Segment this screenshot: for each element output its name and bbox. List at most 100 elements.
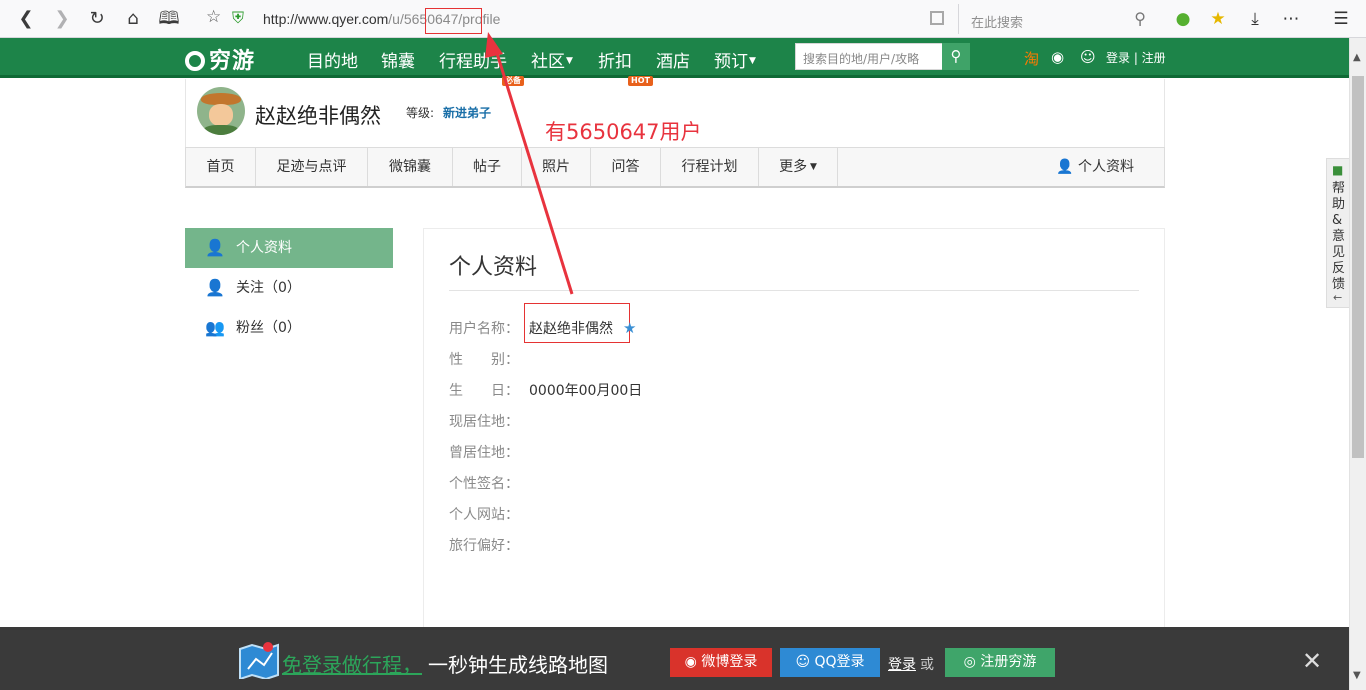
tab-label: 更多 xyxy=(779,159,808,175)
leftmenu-label: 关注（0） xyxy=(236,280,301,296)
tab-micro-guides[interactable]: 微锦囊 xyxy=(368,148,453,186)
tab-photos[interactable]: 照片 xyxy=(522,148,591,186)
nav-community[interactable]: 社区▼ xyxy=(531,47,573,72)
tab-footprints[interactable]: 足迹与点评 xyxy=(256,148,368,186)
user-icon: 👤 xyxy=(1056,159,1074,175)
bottom-promo-bar: 免登录做行程， 一秒钟生成线路地图 ◉ 微博登录 ☺ QQ登录 登录 或 ◎ 注… xyxy=(0,627,1349,690)
nav-hotels[interactable]: 酒店 xyxy=(656,47,690,72)
tab-trip-plans[interactable]: 行程计划 xyxy=(661,148,759,186)
tab-label: 微锦囊 xyxy=(389,159,431,175)
browser-search-box[interactable]: 在此搜索 ⚲ xyxy=(958,4,1158,34)
tab-label: 问答 xyxy=(611,159,640,175)
field-gender: 性 别： xyxy=(449,349,529,369)
wechat-icon[interactable]: ● xyxy=(1171,7,1195,31)
leftmenu-label: 个人资料 xyxy=(236,240,292,256)
login-register-link[interactable]: 登录 | 注册 xyxy=(1106,49,1166,66)
field-birthday: 生 日： 0000年00月00日 xyxy=(449,380,642,400)
help-feedback-tab[interactable]: ■ 帮助&意见反馈 ← xyxy=(1326,158,1349,308)
nav-deals[interactable]: 折扣 xyxy=(598,47,632,72)
leftmenu-profile[interactable]: 👤 个人资料 xyxy=(185,228,393,268)
weibo-icon[interactable]: ◉ xyxy=(1051,48,1064,66)
close-icon[interactable]: ✕ xyxy=(1302,647,1322,675)
browser-search-placeholder: 在此搜索 xyxy=(971,16,1024,31)
tab-label: 帖子 xyxy=(473,159,501,175)
content-title: 个人资料 xyxy=(449,255,538,280)
button-label: 微博登录 xyxy=(701,654,758,670)
download-icon[interactable]: ⤓ xyxy=(1243,7,1267,31)
nav-destinations[interactable]: 目的地 xyxy=(307,47,358,72)
home-icon[interactable]: ⌂ xyxy=(121,7,145,31)
tab-label: 照片 xyxy=(542,159,570,175)
back-icon[interactable]: ❮ xyxy=(14,7,38,31)
field-label: 性 别： xyxy=(449,352,519,368)
scroll-thumb[interactable] xyxy=(1352,76,1364,458)
tab-posts[interactable]: 帖子 xyxy=(453,148,522,186)
arrow-left-icon: ← xyxy=(1333,291,1343,304)
chat-icon: ■ xyxy=(1332,163,1344,177)
nav-booking[interactable]: 预订▼ xyxy=(714,47,756,72)
qq-icon[interactable]: ☺ xyxy=(1080,48,1096,66)
url-path-prefix: /u/ xyxy=(388,11,404,27)
profile-tabbar: 首页 足迹与点评 微锦囊 帖子 照片 问答 行程计划 更多 ▼ 👤 个人资料 xyxy=(185,147,1165,188)
field-signature: 个性签名： xyxy=(449,473,529,493)
qr-code-icon[interactable] xyxy=(930,11,944,25)
logo-q-icon xyxy=(185,51,205,71)
search-icon[interactable]: ⚲ xyxy=(1134,9,1146,28)
forward-icon[interactable]: ❯ xyxy=(50,7,74,31)
leftmenu-fans[interactable]: 👥 粉丝（0） xyxy=(185,308,393,348)
url-bar[interactable]: ☆ ⛨ http://www.qyer.com/u/5650647/profil… xyxy=(198,4,956,34)
nav-trip-assistant[interactable]: 行程助手 xyxy=(439,47,507,72)
level-value[interactable]: 新进弟子 xyxy=(443,104,491,121)
nav-label: 社区 xyxy=(531,52,565,72)
tab-home[interactable]: 首页 xyxy=(186,148,256,186)
follow-user-icon: 👤 xyxy=(205,278,225,297)
leftmenu-follow[interactable]: 👤 关注（0） xyxy=(185,268,393,308)
avatar-face xyxy=(209,104,233,126)
nav-label: 行程助手 xyxy=(439,52,507,72)
site-search-placeholder: 搜索目的地/用户/攻略 xyxy=(803,52,920,66)
scroll-up-icon[interactable]: ▲ xyxy=(1353,52,1361,63)
leftmenu-label: 粉丝（0） xyxy=(236,320,301,336)
qyer-logo-icon: ◎ xyxy=(963,654,976,670)
field-travel-preference: 旅行偏好： xyxy=(449,535,529,555)
more-icon[interactable]: ⋯ xyxy=(1279,7,1303,31)
button-label: 注册穷游 xyxy=(980,654,1037,670)
page-scrollbar[interactable]: ▲ ▼ xyxy=(1349,38,1366,690)
site-logo[interactable]: 穷游 xyxy=(185,43,255,75)
shield-icon[interactable]: ⛨ xyxy=(232,8,244,28)
scroll-down-icon[interactable]: ▼ xyxy=(1353,670,1361,681)
field-current-residence: 现居住地： xyxy=(449,411,529,431)
avatar[interactable] xyxy=(197,87,245,135)
reader-icon[interactable]: 🕮 xyxy=(157,7,181,31)
nav-label: 预订 xyxy=(714,52,748,72)
tab-label: 行程计划 xyxy=(681,159,738,175)
weibo-login-button[interactable]: ◉ 微博登录 xyxy=(670,648,772,677)
favorites-star-icon[interactable]: ★ xyxy=(1206,7,1230,31)
caret-down-icon: ▼ xyxy=(566,56,573,66)
field-label: 生 日： xyxy=(449,383,519,399)
register-button[interactable]: ◎ 注册穷游 xyxy=(945,648,1055,677)
reload-icon[interactable]: ↻ xyxy=(85,7,109,31)
field-label: 曾居住地： xyxy=(449,445,519,461)
taobao-icon[interactable]: 淘 xyxy=(1024,48,1039,69)
url-id-highlight-box xyxy=(425,8,482,34)
tab-more[interactable]: 更多 ▼ xyxy=(759,148,838,186)
site-search-button[interactable]: ⚲ xyxy=(942,43,970,70)
nav-label: 折扣 xyxy=(598,52,632,72)
field-label: 旅行偏好： xyxy=(449,538,519,554)
field-value: 0000年00月00日 xyxy=(529,383,643,399)
nav-guides[interactable]: 锦囊 xyxy=(381,47,415,72)
tab-qa[interactable]: 问答 xyxy=(591,148,661,186)
login-link[interactable]: 登录 xyxy=(888,654,916,674)
qq-login-button[interactable]: ☺ QQ登录 xyxy=(780,648,880,677)
tab-profile[interactable]: 👤 个人资料 xyxy=(1056,148,1134,186)
promo-slogan-highlight[interactable]: 免登录做行程， xyxy=(282,649,422,678)
level-label: 等级: xyxy=(406,106,435,120)
tab-label: 首页 xyxy=(206,159,235,175)
profile-username: 赵赵绝非偶然 xyxy=(255,104,381,128)
caret-down-icon: ▼ xyxy=(807,162,817,172)
nav-label: 目的地 xyxy=(307,52,358,72)
site-search-input[interactable]: 搜索目的地/用户/攻略 xyxy=(795,43,943,70)
menu-icon[interactable]: ☰ xyxy=(1329,7,1353,31)
bookmark-star-icon[interactable]: ☆ xyxy=(206,7,221,27)
